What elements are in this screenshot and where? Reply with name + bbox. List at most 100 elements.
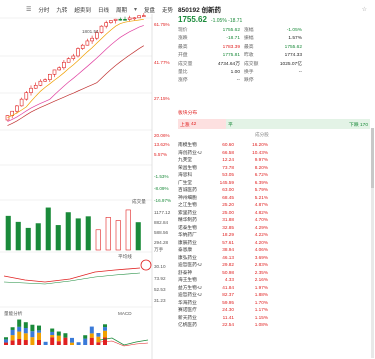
stock-chart[interactable]: [0, 0, 178, 359]
candle-body: [132, 17, 137, 20]
stock-price: 12.24: [222, 157, 234, 162]
constituent-row[interactable]: 亿帆医药 22.54 1.08%: [178, 321, 375, 329]
candle-body: [104, 22, 108, 27]
rise-segment: 上涨 42: [178, 119, 226, 129]
constituent-row[interactable]: 神州细胞 68.45 5.21%: [178, 194, 375, 202]
energy-bar: [76, 342, 81, 345]
stock-change: 2.83%: [254, 262, 268, 267]
stock-code-name: 850192 创新药: [178, 7, 221, 14]
energy-bar: [89, 326, 94, 334]
constituent-row[interactable]: 赛诺医疗 24.30 1.17%: [178, 306, 375, 314]
constituent-row[interactable]: 海思科 53.05 6.72%: [178, 171, 375, 179]
axis-unit-label: 万手: [154, 247, 164, 252]
quote-field-label: 昨收: [244, 53, 254, 59]
energy-bar: [56, 341, 61, 345]
energy-bar: [4, 342, 8, 345]
constituent-row[interactable]: 荣昌生物 73.78 8.20%: [178, 164, 375, 172]
stock-change: 4.87%: [254, 202, 268, 207]
quote-panel: 850192 创新药 ☆ 1755.62 -1.05% -18.71 现价 175…: [178, 4, 375, 86]
axis-tick-label: -1.53%: [154, 174, 169, 179]
constituent-row[interactable]: 华纳药厂 18.29 4.22%: [178, 231, 375, 239]
quote-field-value: 1.57%: [288, 36, 302, 42]
volume-bar: [95, 229, 101, 251]
stock-price: 68.45: [222, 194, 234, 200]
stock-name: 迪哲医药-U: [178, 262, 202, 267]
scrollbar[interactable]: [371, 128, 374, 358]
volume-bar: [45, 207, 51, 251]
energy-bar: [23, 333, 28, 341]
stock-name: 康弘药业: [178, 254, 197, 260]
quote-field-value: -18.71: [226, 36, 240, 42]
quote-field-label: 最高: [244, 44, 254, 50]
constituent-row[interactable]: 康弘药业 46.13 3.69%: [178, 254, 375, 262]
energy-bar: [50, 337, 55, 345]
energy-bar: [17, 339, 22, 345]
constituent-row[interactable]: 广生堂 145.59 6.39%: [178, 179, 375, 187]
constituent-row[interactable]: 百诚医药 63.00 5.79%: [178, 186, 375, 194]
axis-tick-label: 31.23: [154, 298, 166, 303]
stock-change: 4.06%: [254, 247, 268, 252]
constituent-row[interactable]: 诺泰生物 32.85 4.29%: [178, 224, 375, 232]
stock-change: 4.22%: [254, 232, 268, 237]
energy-bar: [50, 331, 55, 336]
stock-change: 6.39%: [254, 179, 268, 185]
stock-name: 赛诺医疗: [178, 307, 197, 312]
energy-bar: [4, 337, 8, 340]
constituent-row[interactable]: 康辰药业 57.61 4.20%: [178, 239, 375, 247]
stock-price: 145.59: [219, 179, 234, 185]
stock-price: 46.13: [222, 254, 234, 260]
energy-bar: [43, 341, 48, 345]
energy-bar: [10, 329, 15, 336]
constituent-row[interactable]: 舒泰神 50.98 2.35%: [178, 269, 375, 277]
constituent-row[interactable]: 索里药业 25.00 4.82%: [178, 209, 375, 217]
stock-price: 18.29: [222, 232, 234, 237]
constituent-row[interactable]: 海王生物 4.33 2.16%: [178, 276, 375, 284]
stock-price: 25.20: [222, 202, 234, 207]
constituent-row[interactable]: 新天药业 11.41 1.15%: [178, 314, 375, 322]
high-price-label: 1801.54: [82, 29, 99, 34]
stock-name: 精华制药: [178, 217, 197, 222]
stock-change: 4.82%: [254, 209, 268, 215]
energy-bar: [83, 335, 88, 339]
volume-bar: [65, 212, 71, 251]
quote-field-label: 成交量: [178, 61, 193, 67]
star-icon[interactable]: ☆: [362, 6, 367, 13]
energy-bar: [30, 337, 35, 345]
constituent-row[interactable]: 之江生物 25.20 4.87%: [178, 201, 375, 209]
flat-label: 平: [228, 122, 233, 128]
constituent-row[interactable]: 九芙堂 12.24 9.97%: [178, 156, 375, 164]
constituent-row[interactable]: 益方生物-U 41.84 1.97%: [178, 284, 375, 292]
constituent-row[interactable]: 精华制药 31.88 4.70%: [178, 216, 375, 224]
constituent-row[interactable]: 海创药业-U 66.58 10.43%: [178, 149, 375, 157]
quote-field-label: 跌停: [244, 78, 254, 84]
stock-name: 南模生物: [178, 142, 197, 147]
energy-bar: [17, 326, 22, 332]
volume-bar: [85, 216, 91, 251]
scrollbar-thumb[interactable]: [371, 128, 374, 188]
stock-name: 海思科: [178, 172, 193, 177]
axis-tick-label: 882.84: [154, 220, 169, 225]
constituent-row[interactable]: 迪哲医药-U 29.82 2.83%: [178, 261, 375, 269]
quote-field-value: [270, 77, 302, 85]
sector-title: 板块分布: [178, 111, 198, 116]
quote-field-label: 开盘: [178, 53, 188, 59]
candle-body: [142, 15, 146, 17]
stock-name: 新天药业: [178, 314, 197, 320]
constituent-row[interactable]: 迪哲药业-U 82.37 1.88%: [178, 291, 375, 299]
stock-price: 41.84: [222, 284, 234, 290]
energy-bar: [17, 331, 22, 340]
constituent-row[interactable]: 华海药业 59.95 1.70%: [178, 299, 375, 307]
fall-label: 下跌: [349, 122, 359, 128]
energy-bar: [70, 342, 74, 345]
stock-name: 益方生物-U: [178, 284, 202, 290]
constituent-row[interactable]: 泰恩康 38.94 4.06%: [178, 246, 375, 254]
energy-bar: [37, 332, 41, 340]
energy-bar: [83, 338, 88, 345]
candle-body: [29, 87, 33, 93]
stock-price: 24.30: [222, 307, 234, 312]
constituent-row[interactable]: 南模生物 60.60 16.20%: [178, 141, 375, 149]
candle-body: [33, 85, 38, 89]
stock-change: 1.88%: [254, 292, 268, 297]
stock-price: 57.61: [222, 239, 234, 245]
energy-bar: [56, 335, 61, 342]
